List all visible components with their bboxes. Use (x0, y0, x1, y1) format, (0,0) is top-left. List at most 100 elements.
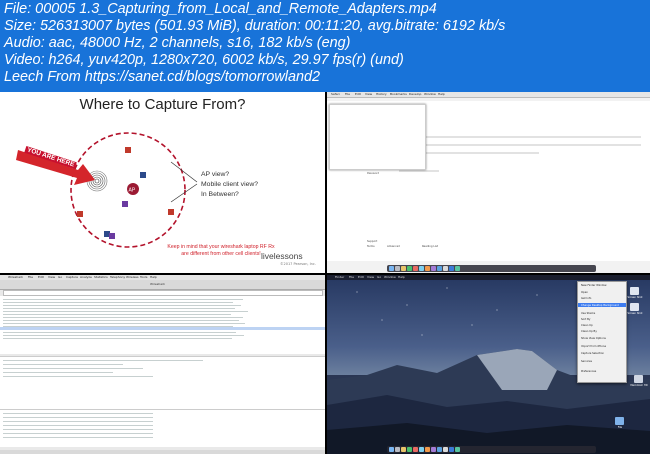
context-menu-item[interactable]: Open (581, 291, 588, 294)
packet-bytes-pane[interactable] (0, 409, 325, 447)
dock-app-icon[interactable] (413, 266, 418, 271)
context-menu-item[interactable]: Use Stacks (581, 312, 595, 315)
packet-row[interactable] (3, 302, 233, 303)
folder-icon[interactable] (615, 417, 624, 425)
menu-item[interactable]: File (345, 92, 350, 97)
context-menu-item[interactable]: Get Info (581, 297, 591, 300)
source-line: Leech From https://sanet.cd/blogs/tomorr… (4, 69, 320, 85)
desktop-file-label: Macintosh HD (630, 384, 648, 387)
context-menu-item[interactable]: Services (581, 360, 592, 363)
dock-app-icon[interactable] (437, 447, 442, 452)
form-field[interactable] (399, 136, 641, 138)
footer-link[interactable]: Reading List (422, 245, 438, 248)
detail-row[interactable] (3, 376, 153, 377)
dock-app-icon[interactable] (401, 266, 406, 271)
packet-row[interactable] (3, 308, 235, 309)
dock-app-icon[interactable] (449, 266, 454, 271)
client-device (77, 211, 83, 217)
desktop-file-icon[interactable] (630, 287, 639, 295)
dock (387, 265, 596, 272)
packet-row[interactable] (3, 323, 245, 324)
dock-app-icon[interactable] (389, 447, 394, 452)
context-menu-item[interactable]: Clean Up (581, 324, 593, 327)
dock-app-icon[interactable] (443, 266, 448, 271)
desktop-file-icon[interactable] (630, 303, 639, 311)
desktop-file-label: Screen Shot (627, 296, 643, 299)
dock-app-icon[interactable] (401, 447, 406, 452)
menu-item[interactable]: View (365, 92, 372, 97)
context-menu-item[interactable]: Show View Options (581, 337, 606, 340)
context-menu-item[interactable]: New Finder Window (581, 284, 607, 287)
packet-row[interactable] (3, 299, 243, 300)
menu-item[interactable]: File (349, 275, 354, 280)
dock-app-icon[interactable] (431, 447, 436, 452)
dock-app-icon[interactable] (455, 447, 460, 452)
menu-item[interactable]: Develop (409, 92, 421, 97)
context-menu-item[interactable]: Capture Selection (581, 352, 604, 355)
client-device (140, 172, 146, 178)
brand-copyright: ©2017 Pearson, Inc. (280, 262, 316, 266)
menu-item[interactable]: Help (438, 92, 445, 97)
menu-item[interactable]: Go (377, 275, 381, 280)
menu-item[interactable]: Help (398, 275, 405, 280)
packet-details-pane[interactable] (0, 356, 325, 409)
detail-row[interactable] (3, 368, 143, 369)
form-field[interactable] (399, 170, 439, 172)
packet-row[interactable] (3, 305, 241, 306)
selected-packet-row[interactable] (0, 327, 325, 330)
menu-item[interactable]: Edit (355, 92, 361, 97)
thumbnail-browser: Safari File Edit View History Bookmarks … (327, 92, 650, 273)
dock-app-icon[interactable] (431, 266, 436, 271)
detail-row[interactable] (3, 360, 203, 361)
form-field[interactable] (399, 144, 641, 146)
field-label: Password (367, 172, 380, 175)
menu-item[interactable]: Safari (331, 92, 340, 97)
context-menu-item[interactable]: Import from iPhone (581, 345, 606, 348)
hex-row (3, 413, 153, 414)
dock-app-icon[interactable] (419, 447, 424, 452)
dock-app-icon[interactable] (437, 266, 442, 271)
dock-app-icon[interactable] (455, 266, 460, 271)
detail-row[interactable] (3, 372, 113, 373)
menu-item[interactable]: Edit (358, 275, 364, 280)
menu-item[interactable]: Window (424, 92, 436, 97)
footer-link[interactable]: Advanced (387, 245, 400, 248)
window-title: Wireshark (150, 282, 166, 286)
context-menu-item[interactable]: Preferences (581, 370, 596, 373)
dock-app-icon[interactable] (395, 447, 400, 452)
packet-row[interactable] (3, 320, 239, 321)
dock-app-icon[interactable] (407, 266, 412, 271)
hard-drive-icon[interactable] (634, 375, 643, 383)
context-menu[interactable]: New Finder Window Open Get Info Change D… (577, 281, 627, 383)
popup-window[interactable] (329, 104, 426, 170)
menu-item[interactable]: Window (384, 275, 396, 280)
packet-row[interactable] (3, 314, 231, 315)
packet-row[interactable] (3, 311, 248, 312)
packet-list[interactable] (0, 296, 325, 354)
dock-app-icon[interactable] (425, 266, 430, 271)
dock-app-icon[interactable] (395, 266, 400, 271)
dock-app-icon[interactable] (389, 266, 394, 271)
menu-item[interactable]: View (367, 275, 374, 280)
packet-row[interactable] (3, 335, 244, 336)
menu-item[interactable]: History (376, 92, 387, 97)
footer-link[interactable]: Terms (367, 245, 375, 248)
detail-row[interactable] (3, 364, 123, 365)
thumbnail-slide: Where to Capture From? AP YOU ARE HERE A… (0, 92, 325, 273)
packet-row[interactable] (3, 332, 236, 333)
packet-row[interactable] (3, 317, 243, 318)
dock-app-icon[interactable] (443, 447, 448, 452)
context-menu-item[interactable]: Clean Up By (581, 330, 597, 333)
context-menu-item[interactable]: Change Desktop Background (581, 304, 619, 307)
hex-row (3, 417, 153, 418)
context-menu-item[interactable]: Sort By (581, 318, 590, 321)
packet-row[interactable] (3, 338, 232, 339)
footer-label: Support (367, 240, 378, 243)
dock-app-icon[interactable] (407, 447, 412, 452)
dock-app-icon[interactable] (413, 447, 418, 452)
menu-item[interactable]: Bookmarks (390, 92, 407, 97)
dock-app-icon[interactable] (419, 266, 424, 271)
menu-item[interactable]: Finder (335, 275, 344, 280)
dock-app-icon[interactable] (425, 447, 430, 452)
dock-app-icon[interactable] (449, 447, 454, 452)
